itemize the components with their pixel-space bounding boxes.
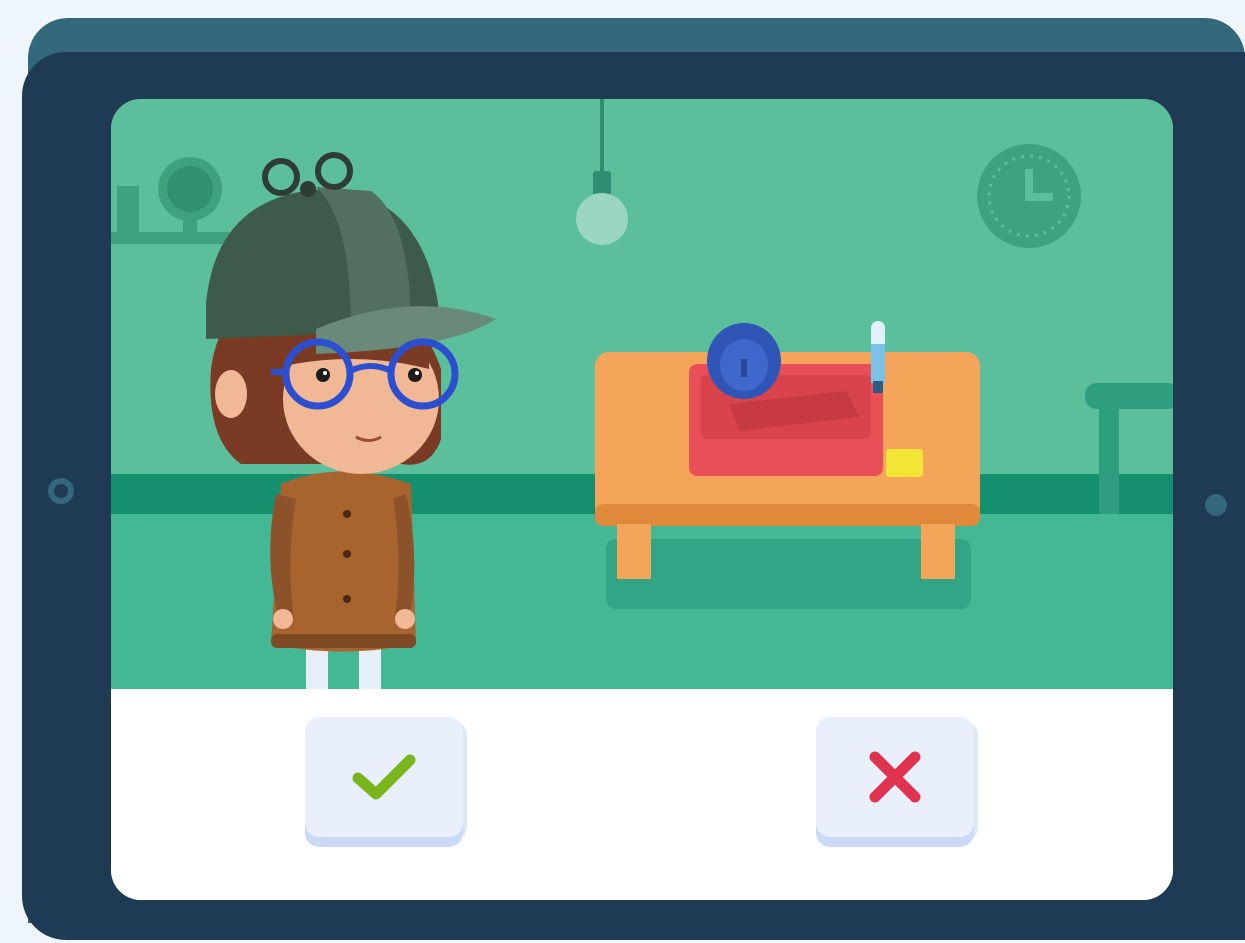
scene-illustration: [111, 99, 1173, 689]
yes-button[interactable]: [305, 717, 463, 837]
exercise-wheel-icon: [707, 323, 781, 399]
tablet-home-button[interactable]: [48, 478, 74, 504]
cross-icon: [869, 751, 921, 803]
game-screen: [111, 99, 1173, 900]
tablet-camera: [1205, 494, 1227, 516]
water-bottle-icon: [871, 321, 885, 393]
wall-clock-icon: [977, 144, 1081, 248]
no-button[interactable]: [816, 717, 974, 837]
yellow-block-icon: [886, 449, 923, 477]
checkmark-icon: [352, 754, 416, 800]
answer-bar: [111, 689, 1173, 900]
